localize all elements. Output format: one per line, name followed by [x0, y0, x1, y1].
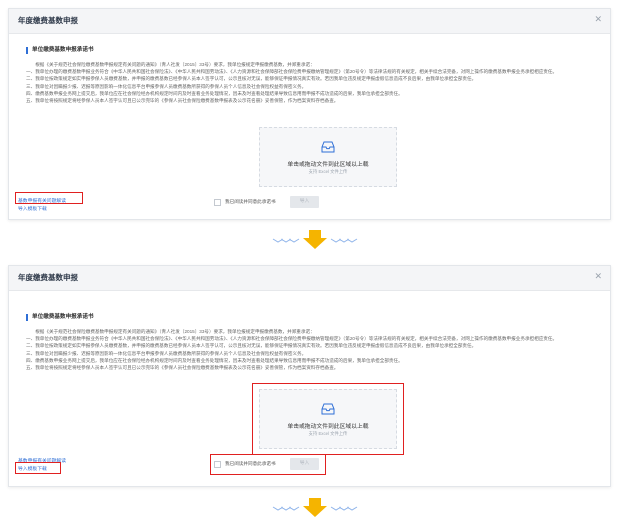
upload-dropzone[interactable]: 单击或拖动文件到此区域以上载 支持 Excel 文件上传 [259, 389, 397, 449]
commitment-item-5: 五、我单位将按照规定将经参保人员本人签字认可且已公示完毕的《参保人员社会保险缴费… [26, 98, 339, 104]
commitment-item-2: 二、我单位按政策规定如实申报参保人员缴费基数，并申报的缴费基数已经参保人员本人签… [26, 76, 477, 82]
agree-checkbox[interactable] [214, 199, 221, 206]
agree-label: 我已阅读并同意此承诺书 [225, 199, 276, 204]
import-button[interactable]: 导入 [290, 196, 319, 208]
dialog-panel-step1: 年度缴费基数申报 ✕ 单位缴费基数申报承诺书 根据《关于规范社会保险缴费基数申报… [8, 8, 611, 220]
close-icon[interactable]: ✕ [594, 271, 602, 282]
down-arrow-icon [272, 498, 358, 517]
template-download-link[interactable]: 导入模板下载 [18, 465, 47, 472]
upload-hint-text: 支持 Excel 文件上传 [308, 431, 348, 436]
down-arrow-icon [272, 230, 358, 249]
commitment-item-3: 三、我单位对因瞒报少报、迟报等原因影响一体化信息平台申报参保人员缴费基数所获得的… [26, 83, 307, 89]
import-button[interactable]: 导入 [290, 458, 319, 470]
dialog-title: 年度缴费基数申报 [18, 273, 78, 282]
commitment-item-1: 一、我单位办理的缴费基数申报业务符合《中华人民共和国社会保险法》、《中华人民共和… [26, 69, 558, 75]
upload-hint-text: 支持 Excel 文件上传 [308, 169, 348, 174]
commitment-item-3: 三、我单位对因瞒报少报、迟报等原因影响一体化信息平台申报参保人员缴费基数所获得的… [26, 350, 307, 356]
close-icon[interactable]: ✕ [594, 14, 602, 25]
agree-checkbox[interactable] [214, 461, 221, 468]
upload-dropzone[interactable]: 单击或拖动文件到此区域以上载 支持 Excel 文件上传 [259, 127, 397, 187]
section-title: 单位缴费基数申报承诺书 [26, 314, 94, 321]
commitment-item-4: 四、缴费基数申报业务网上提交后，我单位应在社会保险经办机构规定时间内及时查看业务… [26, 90, 403, 96]
inbox-upload-icon [321, 403, 335, 415]
commitment-text: 根据《关于规范社会保险缴费基数申报规定有关问题的通知》（青人社发〔2015〕33… [26, 61, 600, 104]
faq-link[interactable]: 基数申报有关问题解读 [18, 197, 66, 204]
dialog-header: 年度缴费基数申报 ✕ [9, 266, 610, 291]
commitment-item-2: 二、我单位按政策规定如实申报参保人员缴费基数，并申报的缴费基数已经参保人员本人签… [26, 343, 477, 349]
inbox-upload-icon [321, 141, 335, 153]
dialog-title: 年度缴费基数申报 [18, 16, 78, 25]
agree-label: 我已阅读并同意此承诺书 [225, 461, 276, 466]
dialog-header: 年度缴费基数申报 ✕ [9, 9, 610, 34]
section-title: 单位缴费基数申报承诺书 [26, 47, 94, 54]
faq-link[interactable]: 基数申报有关问题解读 [18, 457, 66, 464]
commitment-item-1: 一、我单位办理的缴费基数申报业务符合《中华人民共和国社会保险法》、《中华人民共和… [26, 336, 558, 342]
commitment-item-4: 四、缴费基数申报业务网上提交后，我单位应在社会保险经办机构规定时间内及时查看业务… [26, 357, 403, 363]
commitment-intro: 根据《关于规范社会保险缴费基数申报规定有关问题的通知》（青人社发〔2015〕33… [35, 62, 315, 67]
dialog-panel-step2: 年度缴费基数申报 ✕ 单位缴费基数申报承诺书 根据《关于规范社会保险缴费基数申报… [8, 265, 611, 487]
template-download-link[interactable]: 导入模板下载 [18, 205, 47, 212]
commitment-item-5: 五、我单位将按照规定将经参保人员本人签字认可且已公示完毕的《参保人员社会保险缴费… [26, 365, 339, 371]
upload-main-text: 单击或拖动文件到此区域以上载 [287, 162, 369, 168]
commitment-text: 根据《关于规范社会保险缴费基数申报规定有关问题的通知》（青人社发〔2015〕33… [26, 328, 600, 371]
commitment-intro: 根据《关于规范社会保险缴费基数申报规定有关问题的通知》（青人社发〔2015〕33… [35, 329, 315, 334]
upload-main-text: 单击或拖动文件到此区域以上载 [287, 424, 369, 430]
